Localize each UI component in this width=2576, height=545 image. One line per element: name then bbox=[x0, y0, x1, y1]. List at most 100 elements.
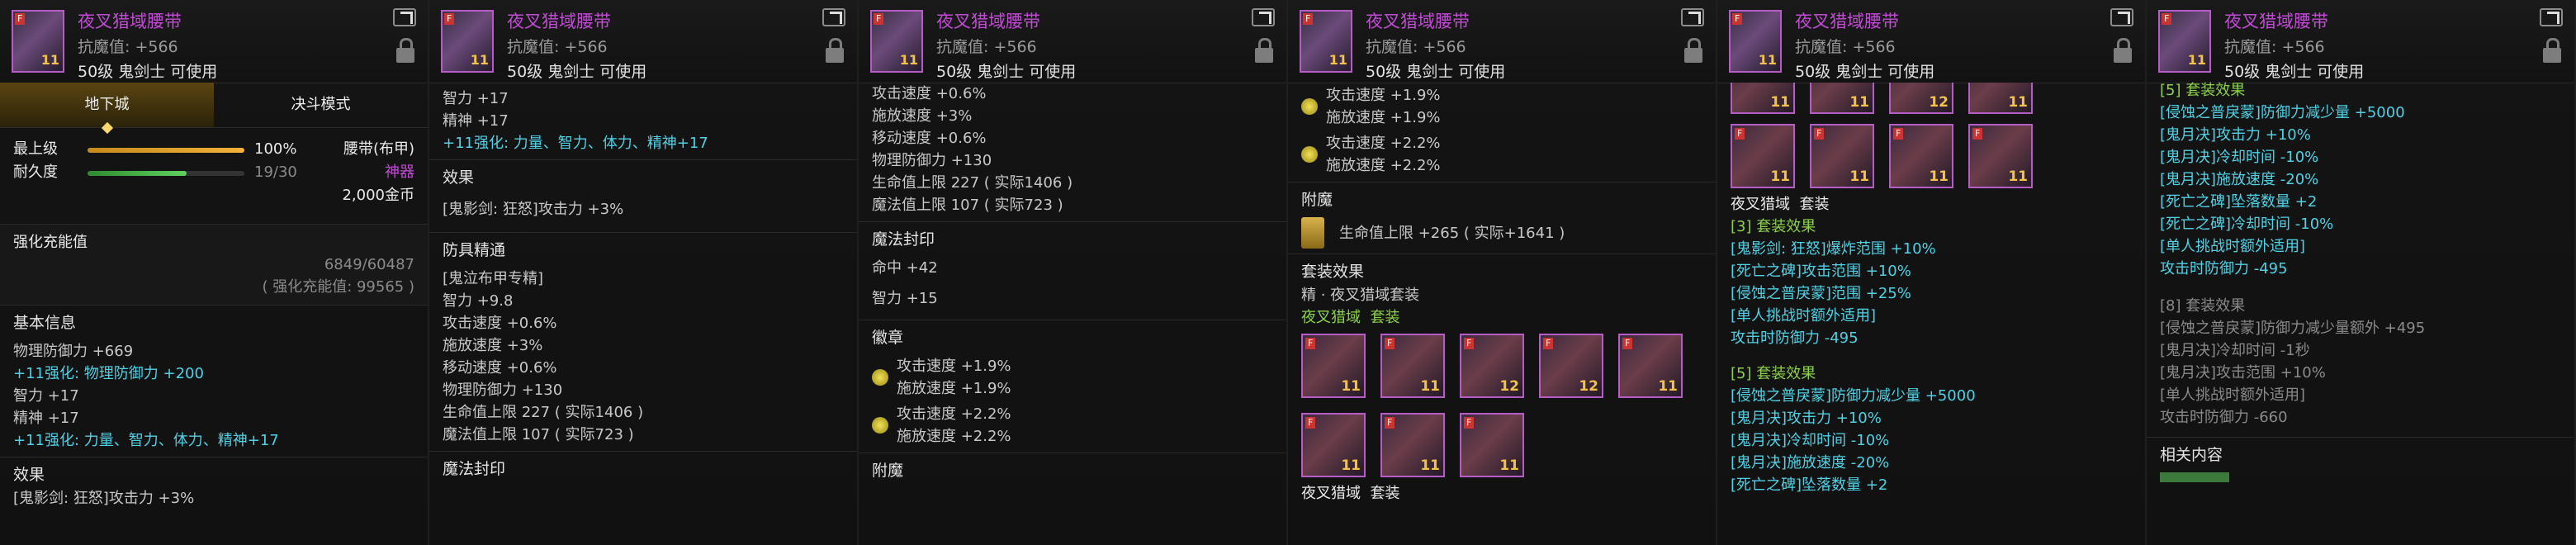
stat-line: +11强化: 力量、智力、体力、精神+17 bbox=[443, 135, 708, 152]
set5-line: [鬼月决]攻击力 +10% bbox=[2160, 126, 2311, 144]
emblem-line: 攻击速度 +1.9% bbox=[897, 358, 1011, 375]
divider bbox=[2147, 437, 2574, 438]
set-item-icon[interactable]: F 11 bbox=[1301, 413, 1366, 477]
set5-line: [鬼月决]冷却时间 -10% bbox=[2160, 149, 2319, 166]
set-item-icon[interactable]: F 12 bbox=[1539, 334, 1603, 398]
panel-body: 11 11 12 11 F 11 F 11 F 11 F 11 夜叉猎域 套装 [3] … bbox=[1717, 83, 2145, 545]
item-header: F 11 夜叉猎域腰带 抗魔值: +566 50级 鬼剑士 可使用 bbox=[1717, 0, 2145, 83]
emblem-gem-icon bbox=[1301, 98, 1318, 115]
share-icon[interactable] bbox=[393, 8, 416, 26]
share-icon[interactable] bbox=[2110, 8, 2133, 26]
item-header: F 11 夜叉猎域腰带 抗魔值: +566 50级 鬼剑士 可使用 bbox=[0, 0, 428, 83]
lock-icon[interactable] bbox=[1684, 38, 1702, 63]
effect-line: [鬼影剑: 狂怒]攻击力 +3% bbox=[13, 490, 195, 507]
armor-line: 攻击速度 +0.6% bbox=[443, 315, 557, 332]
set5-line: [侵蚀之普戾蒙]防御力减少量 +5000 bbox=[1731, 387, 1976, 405]
set-item-icon[interactable]: F 11 bbox=[1889, 124, 1953, 188]
set-item-icon[interactable]: F 11 bbox=[1731, 124, 1795, 188]
share-icon[interactable] bbox=[1681, 8, 1704, 26]
set-item-icon[interactable]: F 11 bbox=[1968, 124, 2033, 188]
set5-title: [5] 套装效果 bbox=[2160, 82, 2246, 99]
set-item-icon[interactable]: 11 bbox=[1810, 83, 1874, 114]
divider bbox=[859, 221, 1286, 222]
panel-body: 地下城 决斗模式 最上级 100% 耐久度 19/30 腰带(布甲) 神器 2,… bbox=[0, 83, 428, 545]
set3-line: 攻击时防御力 -495 bbox=[1731, 329, 1859, 347]
emblem-row: 攻击速度 +2.2% 施放速度 +2.2% bbox=[1301, 132, 1702, 177]
thumb-value: 11 bbox=[470, 52, 489, 68]
share-icon[interactable] bbox=[2540, 8, 2563, 26]
set-item-value: 12 bbox=[1579, 378, 1598, 395]
set-item-icon[interactable]: F 11 bbox=[1301, 334, 1366, 398]
share-icon[interactable] bbox=[1252, 8, 1275, 26]
lock-icon[interactable] bbox=[396, 38, 414, 63]
set8-line: [鬼月决]冷却时间 -1秒 bbox=[2160, 342, 2310, 359]
set3-line: [侵蚀之普戾蒙]范围 +25% bbox=[1731, 285, 1911, 302]
set8-line: [侵蚀之普戾蒙]防御力减少量额外 +495 bbox=[2160, 320, 2426, 337]
set-item-icon[interactable]: F 11 bbox=[1380, 413, 1445, 477]
set-item-icon[interactable]: 11 bbox=[1968, 83, 2033, 114]
set-item-icon[interactable]: F 11 bbox=[1460, 413, 1524, 477]
set-item-icon[interactable]: F 11 bbox=[1380, 334, 1445, 398]
tooltip-panel-3: F 11 夜叉猎域腰带 抗魔值: +566 50级 鬼剑士 可使用 攻击速度 +0… bbox=[859, 0, 1288, 545]
armor-mastery-title: 防具精通 bbox=[443, 241, 506, 259]
item-anti-magic: 抗魔值: +566 bbox=[78, 38, 178, 56]
set-item-grid: F 11 F 11 F 12 F 12 F 11 F 11 F 11 F 11 bbox=[1301, 334, 1702, 477]
emblem-line: 攻击速度 +1.9% bbox=[1326, 87, 1441, 104]
item-level-requirement: 50级 鬼剑士 可使用 bbox=[78, 63, 218, 81]
set-item-grid: F 11 F 11 F 11 F 11 bbox=[1731, 124, 2132, 188]
lock-icon[interactable] bbox=[1255, 38, 1273, 63]
tooltip-strip: F 11 夜叉猎域腰带 抗魔值: +566 50级 鬼剑士 可使用 地下城 决斗模… bbox=[0, 0, 2576, 545]
emblem-gem-icon bbox=[1301, 146, 1318, 163]
max-level-value: 100% bbox=[254, 140, 297, 158]
enchant-title: 附魔 bbox=[872, 462, 904, 480]
set8-title: [8] 套装效果 bbox=[2160, 297, 2246, 315]
set-item-icon[interactable]: F 11 bbox=[1618, 334, 1683, 398]
set-item-value: 11 bbox=[1341, 457, 1361, 474]
armor-line: 移动速度 +0.6% bbox=[443, 359, 557, 377]
set3-line: [鬼影剑: 狂怒]爆炸范围 +10% bbox=[1731, 240, 1936, 258]
share-icon[interactable] bbox=[822, 8, 845, 26]
armor-line: [鬼泣布甲专精] bbox=[443, 270, 544, 287]
set-item-icon[interactable]: F 11 bbox=[1810, 124, 1874, 188]
item-header: F 11 夜叉猎域腰带 抗魔值: +566 50级 鬼剑士 可使用 bbox=[429, 0, 857, 83]
set-name: 夜叉猎域 bbox=[1731, 196, 1790, 213]
set-item-icon[interactable]: 12 bbox=[1889, 83, 1953, 114]
seal-line: 命中 +42 bbox=[872, 259, 938, 277]
armor-line: 施放速度 +3% bbox=[872, 107, 973, 125]
lock-icon[interactable] bbox=[2543, 38, 2561, 63]
enhance-sub: ( 强化充能值: 99565 ) bbox=[262, 278, 414, 296]
item-price: 2,000金币 bbox=[342, 187, 414, 204]
related-content-button[interactable] bbox=[2160, 472, 2229, 482]
armor-line: 攻击速度 +0.6% bbox=[872, 85, 987, 102]
thumb-tag: F bbox=[1732, 13, 1743, 25]
emblem-line: 施放速度 +2.2% bbox=[897, 428, 1011, 445]
thumb-tag: F bbox=[1814, 128, 1825, 140]
stat-line: +11强化: 力量、智力、体力、精神+17 bbox=[13, 432, 279, 449]
item-header: F 11 夜叉猎域腰带 抗魔值: +566 50级 鬼剑士 可使用 bbox=[1288, 0, 1716, 83]
tab-duel[interactable]: 决斗模式 bbox=[214, 83, 428, 127]
set-item-icon[interactable]: 11 bbox=[1731, 83, 1795, 114]
lock-icon[interactable] bbox=[826, 38, 844, 63]
magic-seal-title: 魔法封印 bbox=[872, 230, 935, 249]
thumb-tag: F bbox=[1622, 338, 1633, 349]
set-item-value: 11 bbox=[2008, 168, 2028, 185]
armor-line: 生命值上限 227 ( 实际1406 ) bbox=[872, 174, 1073, 192]
enhance-value: 6849/60487 bbox=[324, 256, 414, 273]
stat-line: 精神 +17 bbox=[443, 112, 509, 130]
lock-icon[interactable] bbox=[2114, 38, 2132, 63]
set-subtitle: 精 · 夜叉猎域套装 bbox=[1301, 287, 1420, 304]
emblem-gem-icon bbox=[872, 417, 888, 434]
item-grade: 神器 bbox=[385, 164, 414, 181]
thumb-tag: F bbox=[1464, 338, 1475, 349]
panel-body: [5] 套装效果 [侵蚀之普戾蒙]防御力减少量 +5000 [鬼月决]攻击力 +… bbox=[2147, 82, 2574, 545]
set5-line: [死亡之碑]冷却时间 -10% bbox=[2160, 216, 2334, 233]
set-item-icon[interactable]: F 12 bbox=[1460, 334, 1524, 398]
set-name-row: 夜叉猎域 套装 bbox=[1301, 306, 1702, 329]
tab-dungeon[interactable]: 地下城 bbox=[0, 83, 214, 127]
emblem-line: 攻击速度 +2.2% bbox=[1326, 135, 1441, 152]
durability-meter bbox=[88, 171, 244, 176]
thumb-tag: F bbox=[1893, 128, 1904, 140]
set-name-row: 夜叉猎域 套装 bbox=[1731, 193, 2132, 216]
set-word: 套装 bbox=[1370, 309, 1400, 326]
emblem-row: 攻击速度 +1.9% 施放速度 +1.9% bbox=[1301, 84, 1702, 129]
